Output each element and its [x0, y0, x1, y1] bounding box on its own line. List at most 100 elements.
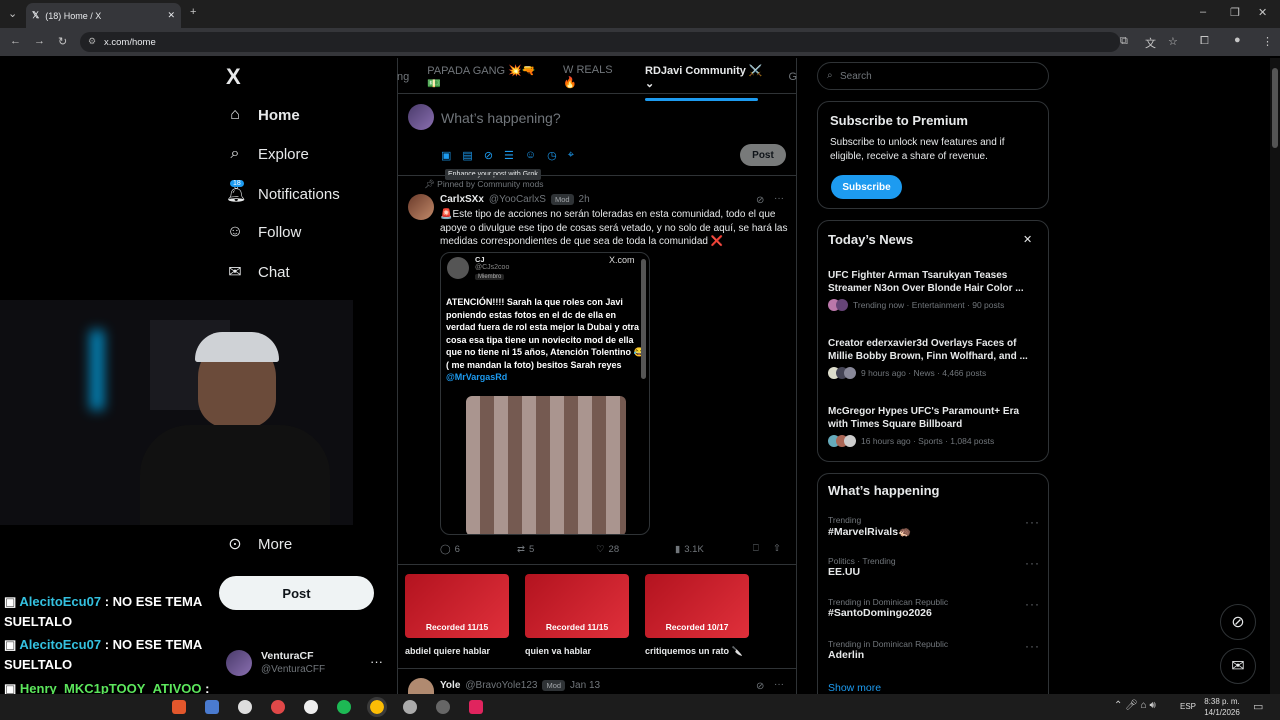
- app-icon[interactable]: [271, 700, 285, 714]
- sidebar-item-notifications[interactable]: 🔔︎ 18 Notifications: [226, 180, 340, 204]
- post-button[interactable]: Post: [219, 576, 374, 610]
- x-favicon-icon: 𝕏: [32, 10, 40, 20]
- views-action[interactable]: ▮ 3.1K: [675, 544, 704, 555]
- account-handle: @VenturaCFF: [261, 664, 326, 675]
- tab-search-icon[interactable]: ⌄: [8, 7, 17, 20]
- close-icon[interactable]: ✕: [1023, 233, 1032, 246]
- profile-icon[interactable]: ●: [1234, 34, 1241, 46]
- divider: [398, 668, 796, 669]
- sidebar-item-follow[interactable]: ☺ Follow: [226, 223, 302, 241]
- account-switcher[interactable]: VenturaCF @VenturaCFF ···: [226, 648, 386, 680]
- recording-card[interactable]: Recorded 10/17 critiquemos un rato 🔪: [645, 574, 749, 657]
- reload-icon[interactable]: ↻: [58, 35, 67, 48]
- app-icon[interactable]: [436, 700, 450, 714]
- grok-icon[interactable]: ⊘: [484, 149, 493, 162]
- reply-action[interactable]: ◯ 6: [440, 544, 460, 555]
- subscribe-button[interactable]: Subscribe: [831, 175, 902, 199]
- more-options-icon[interactable]: ···: [1025, 597, 1040, 611]
- language-indicator[interactable]: ESP: [1180, 702, 1196, 711]
- compose-post-button[interactable]: Post: [740, 144, 786, 166]
- new-tab-icon[interactable]: +: [190, 6, 196, 18]
- menu-icon[interactable]: ⋮: [1262, 35, 1273, 48]
- restore-icon[interactable]: ❐: [1230, 6, 1240, 19]
- notifications-icon[interactable]: ▭: [1253, 700, 1263, 713]
- scrollbar-thumb[interactable]: [1272, 68, 1278, 148]
- tab-rdjavi-community[interactable]: RDJavi Community ⚔️ ⌄: [645, 64, 770, 101]
- trend-name: #SantoDomingo2026: [828, 607, 932, 619]
- notepad-icon[interactable]: [205, 700, 219, 714]
- show-more-link[interactable]: Show more: [828, 682, 881, 694]
- trend-item[interactable]: Trending #MarvelRivals🦔 ···: [828, 515, 1040, 538]
- bookmark-icon[interactable]: ⎕: [753, 543, 759, 554]
- tab-papada-gang[interactable]: PAPADA GANG 💥🔫💵: [427, 64, 545, 90]
- app-icon[interactable]: [469, 700, 483, 714]
- sidebar-item-chat[interactable]: ✉ Chat: [226, 262, 289, 282]
- sidebar-item-explore[interactable]: ⌕ Explore: [226, 145, 309, 163]
- chrome-icon[interactable]: [367, 697, 387, 717]
- more-options-icon[interactable]: ···: [1025, 556, 1040, 570]
- mail-icon: ✉: [1231, 658, 1245, 675]
- more-options-icon[interactable]: ···: [774, 193, 784, 204]
- post-avatar[interactable]: [408, 194, 434, 220]
- close-window-icon[interactable]: ✕: [1258, 6, 1267, 19]
- repost-action[interactable]: ⇄ 5: [517, 544, 534, 555]
- divider: [398, 93, 796, 94]
- tab-close-icon[interactable]: ✕: [167, 10, 175, 21]
- browser-tab[interactable]: 𝕏 (18) Home / X ✕: [26, 3, 181, 28]
- forward-icon[interactable]: →: [34, 35, 45, 47]
- app-icon[interactable]: [304, 700, 318, 714]
- post-author[interactable]: Yole: [440, 680, 460, 691]
- grok-icon[interactable]: ⊘: [756, 195, 764, 206]
- poll-icon[interactable]: ☰: [504, 149, 514, 162]
- share-icon[interactable]: ⇧: [773, 543, 781, 554]
- recording-card[interactable]: Recorded 11/15 quien va hablar: [525, 574, 629, 657]
- trend-item[interactable]: Trending in Dominican Republic #SantoDomi…: [828, 597, 1040, 619]
- translate-icon[interactable]: 文: [1145, 35, 1156, 51]
- like-action[interactable]: ♡ 28: [596, 544, 619, 555]
- image-icon[interactable]: ▣: [441, 149, 451, 162]
- news-item[interactable]: UFC Fighter Arman Tsarukyan Teases Strea…: [828, 269, 1038, 311]
- site-info-icon[interactable]: ⚙: [88, 36, 96, 47]
- settings-icon[interactable]: [403, 700, 417, 714]
- tab-partial-right[interactable]: G: [788, 71, 797, 83]
- url-field[interactable]: ⚙ x.com/home: [80, 32, 1120, 52]
- install-icon[interactable]: ⧉: [1120, 35, 1128, 48]
- minimize-icon[interactable]: –: [1200, 6, 1206, 18]
- home-icon: ⌂: [230, 106, 240, 123]
- post-image[interactable]: CJ @CJs2coo Miembro X.com ATENCIÓN!!!! S…: [440, 252, 650, 535]
- tab-w-reals[interactable]: W REALS 🔥: [563, 64, 627, 89]
- obs-icon[interactable]: [238, 700, 252, 714]
- bookmark-star-icon[interactable]: ☆: [1168, 35, 1178, 48]
- grok-icon[interactable]: ⊘: [756, 681, 764, 692]
- spotify-icon[interactable]: [337, 700, 351, 714]
- chat-user: AlecitoEcu07: [19, 594, 102, 609]
- more-options-icon[interactable]: ···: [1025, 639, 1040, 653]
- more-options-icon[interactable]: ···: [1025, 515, 1040, 529]
- more-options-icon[interactable]: ···: [774, 679, 784, 690]
- x-logo[interactable]: X: [226, 64, 241, 90]
- search-input[interactable]: ⌕ Search: [817, 62, 1049, 90]
- tab-partial[interactable]: ng: [397, 71, 409, 83]
- extensions-icon[interactable]: ⧠: [1200, 35, 1209, 48]
- compose-input[interactable]: What’s happening?: [441, 110, 561, 126]
- page-scrollbar[interactable]: [1270, 58, 1280, 694]
- post-author[interactable]: CarlxSXx: [440, 194, 484, 205]
- trend-item[interactable]: Trending in Dominican Republic Aderlin ···: [828, 639, 1040, 661]
- emoji-icon[interactable]: ☺: [525, 149, 536, 162]
- recording-card[interactable]: Recorded 11/15 abdiel quiere hablar: [405, 574, 509, 657]
- news-item[interactable]: Creator ederxavier3d Overlays Faces of M…: [828, 337, 1038, 379]
- clock[interactable]: 8:38 p. m. 14/1/2026: [1200, 696, 1244, 718]
- sidebar-item-home[interactable]: ⌂ Home: [226, 106, 300, 124]
- messages-float-button[interactable]: ✉: [1220, 648, 1256, 684]
- sidebar-item-more[interactable]: ⊙ More: [226, 534, 292, 554]
- grok-float-button[interactable]: ⊘: [1220, 604, 1256, 640]
- brave-icon[interactable]: [172, 700, 186, 714]
- location-icon[interactable]: ⌖: [568, 149, 574, 162]
- gif-icon[interactable]: ▤: [462, 149, 472, 162]
- trend-item[interactable]: Politics · Trending EE.UU ···: [828, 556, 1040, 578]
- tray-icons[interactable]: ⌃ 🎤︎ ⌂ 🔊︎: [1114, 700, 1156, 711]
- schedule-icon[interactable]: ◷: [547, 149, 557, 162]
- news-item[interactable]: McGregor Hypes UFC's Paramount+ Era with…: [828, 405, 1038, 447]
- news-headline: Creator ederxavier3d Overlays Faces of M…: [828, 338, 1028, 362]
- back-icon[interactable]: ←: [10, 35, 21, 47]
